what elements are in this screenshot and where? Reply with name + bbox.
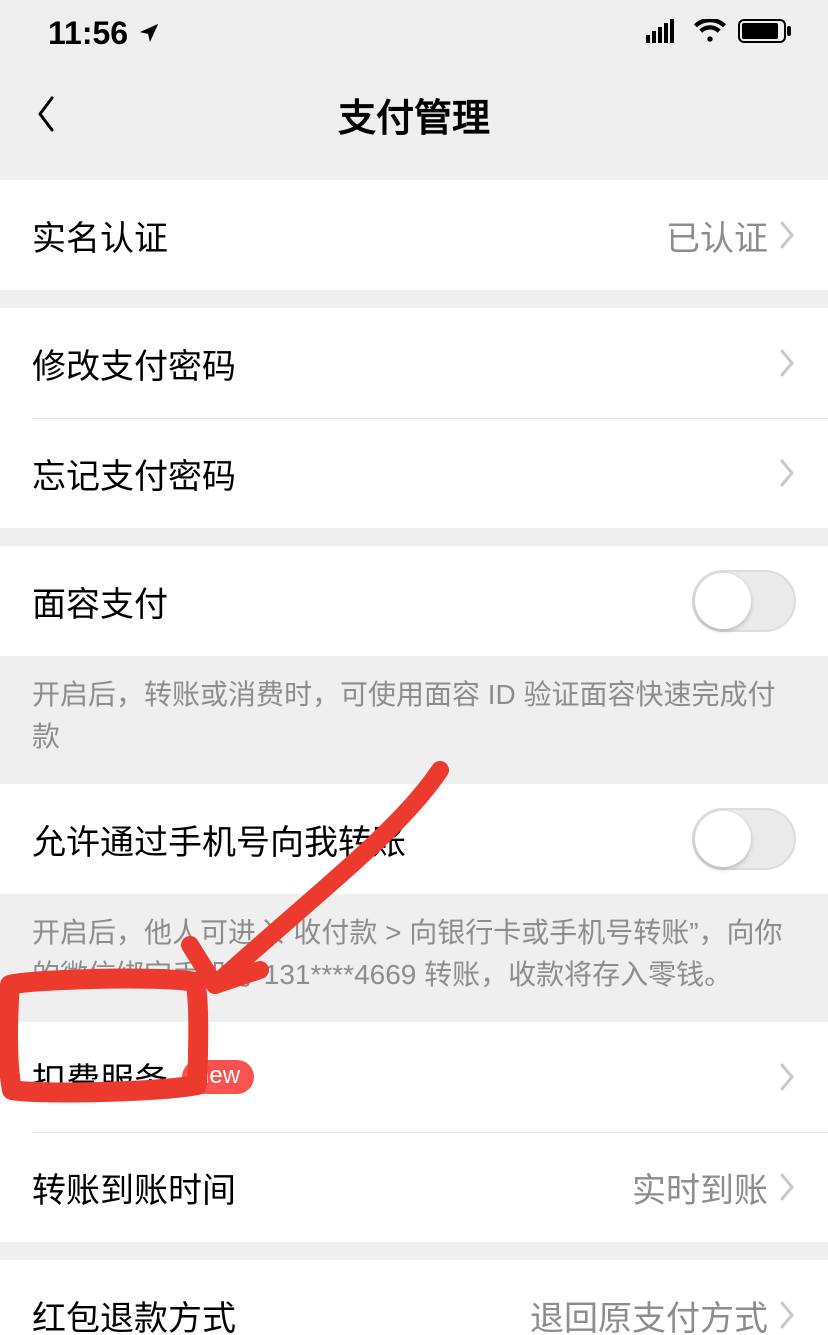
toggle-knob [695, 573, 751, 629]
location-icon [138, 15, 160, 52]
group-refund: 红包退款方式 退回原支付方式 [0, 1260, 828, 1335]
row-allow-phone: 允许通过手机号向我转账 [0, 784, 828, 894]
group-realname: 实名认证 已认证 [0, 180, 828, 290]
row-value: 退回原支付方式 [530, 1291, 768, 1335]
back-button[interactable] [24, 92, 68, 136]
row-deduct-service[interactable]: 扣费服务 new [0, 1022, 828, 1132]
faceid-toggle[interactable] [692, 570, 796, 632]
allow-phone-description: 开启后，他人可进入“收付款 > 向银行卡或手机号转账”，向你的微信绑定手机号 1… [0, 894, 828, 1022]
row-value: 已认证 [666, 211, 768, 260]
row-value: 实时到账 [632, 1163, 768, 1212]
faceid-description: 开启后，转账或消费时，可使用面容 ID 验证面容快速完成付款 [0, 656, 828, 784]
row-label: 红包退款方式 [32, 1291, 236, 1335]
chevron-right-icon [778, 458, 796, 488]
toggle-knob [695, 811, 751, 867]
wifi-icon [694, 19, 726, 48]
group-faceid: 面容支付 [0, 546, 828, 656]
row-label: 允许通过手机号向我转账 [32, 815, 406, 864]
chevron-left-icon [34, 94, 58, 134]
row-label: 实名认证 [32, 211, 168, 260]
status-right [646, 19, 792, 48]
chevron-right-icon [778, 1062, 796, 1092]
chevron-right-icon [778, 220, 796, 250]
row-change-password[interactable]: 修改支付密码 [0, 308, 828, 418]
new-badge: new [182, 1060, 254, 1094]
row-faceid: 面容支付 [0, 546, 828, 656]
battery-icon [738, 19, 792, 48]
signal-icon [646, 19, 682, 48]
chevron-right-icon [778, 1300, 796, 1330]
group-password: 修改支付密码 忘记支付密码 [0, 308, 828, 528]
status-left: 11:56 [48, 15, 160, 52]
group-allow-phone: 允许通过手机号向我转账 [0, 784, 828, 894]
row-label: 忘记支付密码 [32, 449, 236, 498]
row-label: 扣费服务 [32, 1053, 168, 1102]
chevron-right-icon [778, 348, 796, 378]
status-bar: 11:56 [0, 0, 828, 66]
allow-phone-toggle[interactable] [692, 808, 796, 870]
status-time: 11:56 [48, 15, 128, 52]
row-arrive-time[interactable]: 转账到账时间 实时到账 [0, 1132, 828, 1242]
group-deduct: 扣费服务 new 转账到账时间 实时到账 [0, 1022, 828, 1242]
chevron-right-icon [778, 1172, 796, 1202]
row-label: 修改支付密码 [32, 339, 236, 388]
row-realname[interactable]: 实名认证 已认证 [0, 180, 828, 290]
row-refund-method[interactable]: 红包退款方式 退回原支付方式 [0, 1260, 828, 1335]
row-label: 转账到账时间 [32, 1163, 236, 1212]
row-forgot-password[interactable]: 忘记支付密码 [0, 418, 828, 528]
page-title: 支付管理 [338, 87, 490, 142]
row-label: 面容支付 [32, 577, 168, 626]
nav-header: 支付管理 [0, 66, 828, 162]
